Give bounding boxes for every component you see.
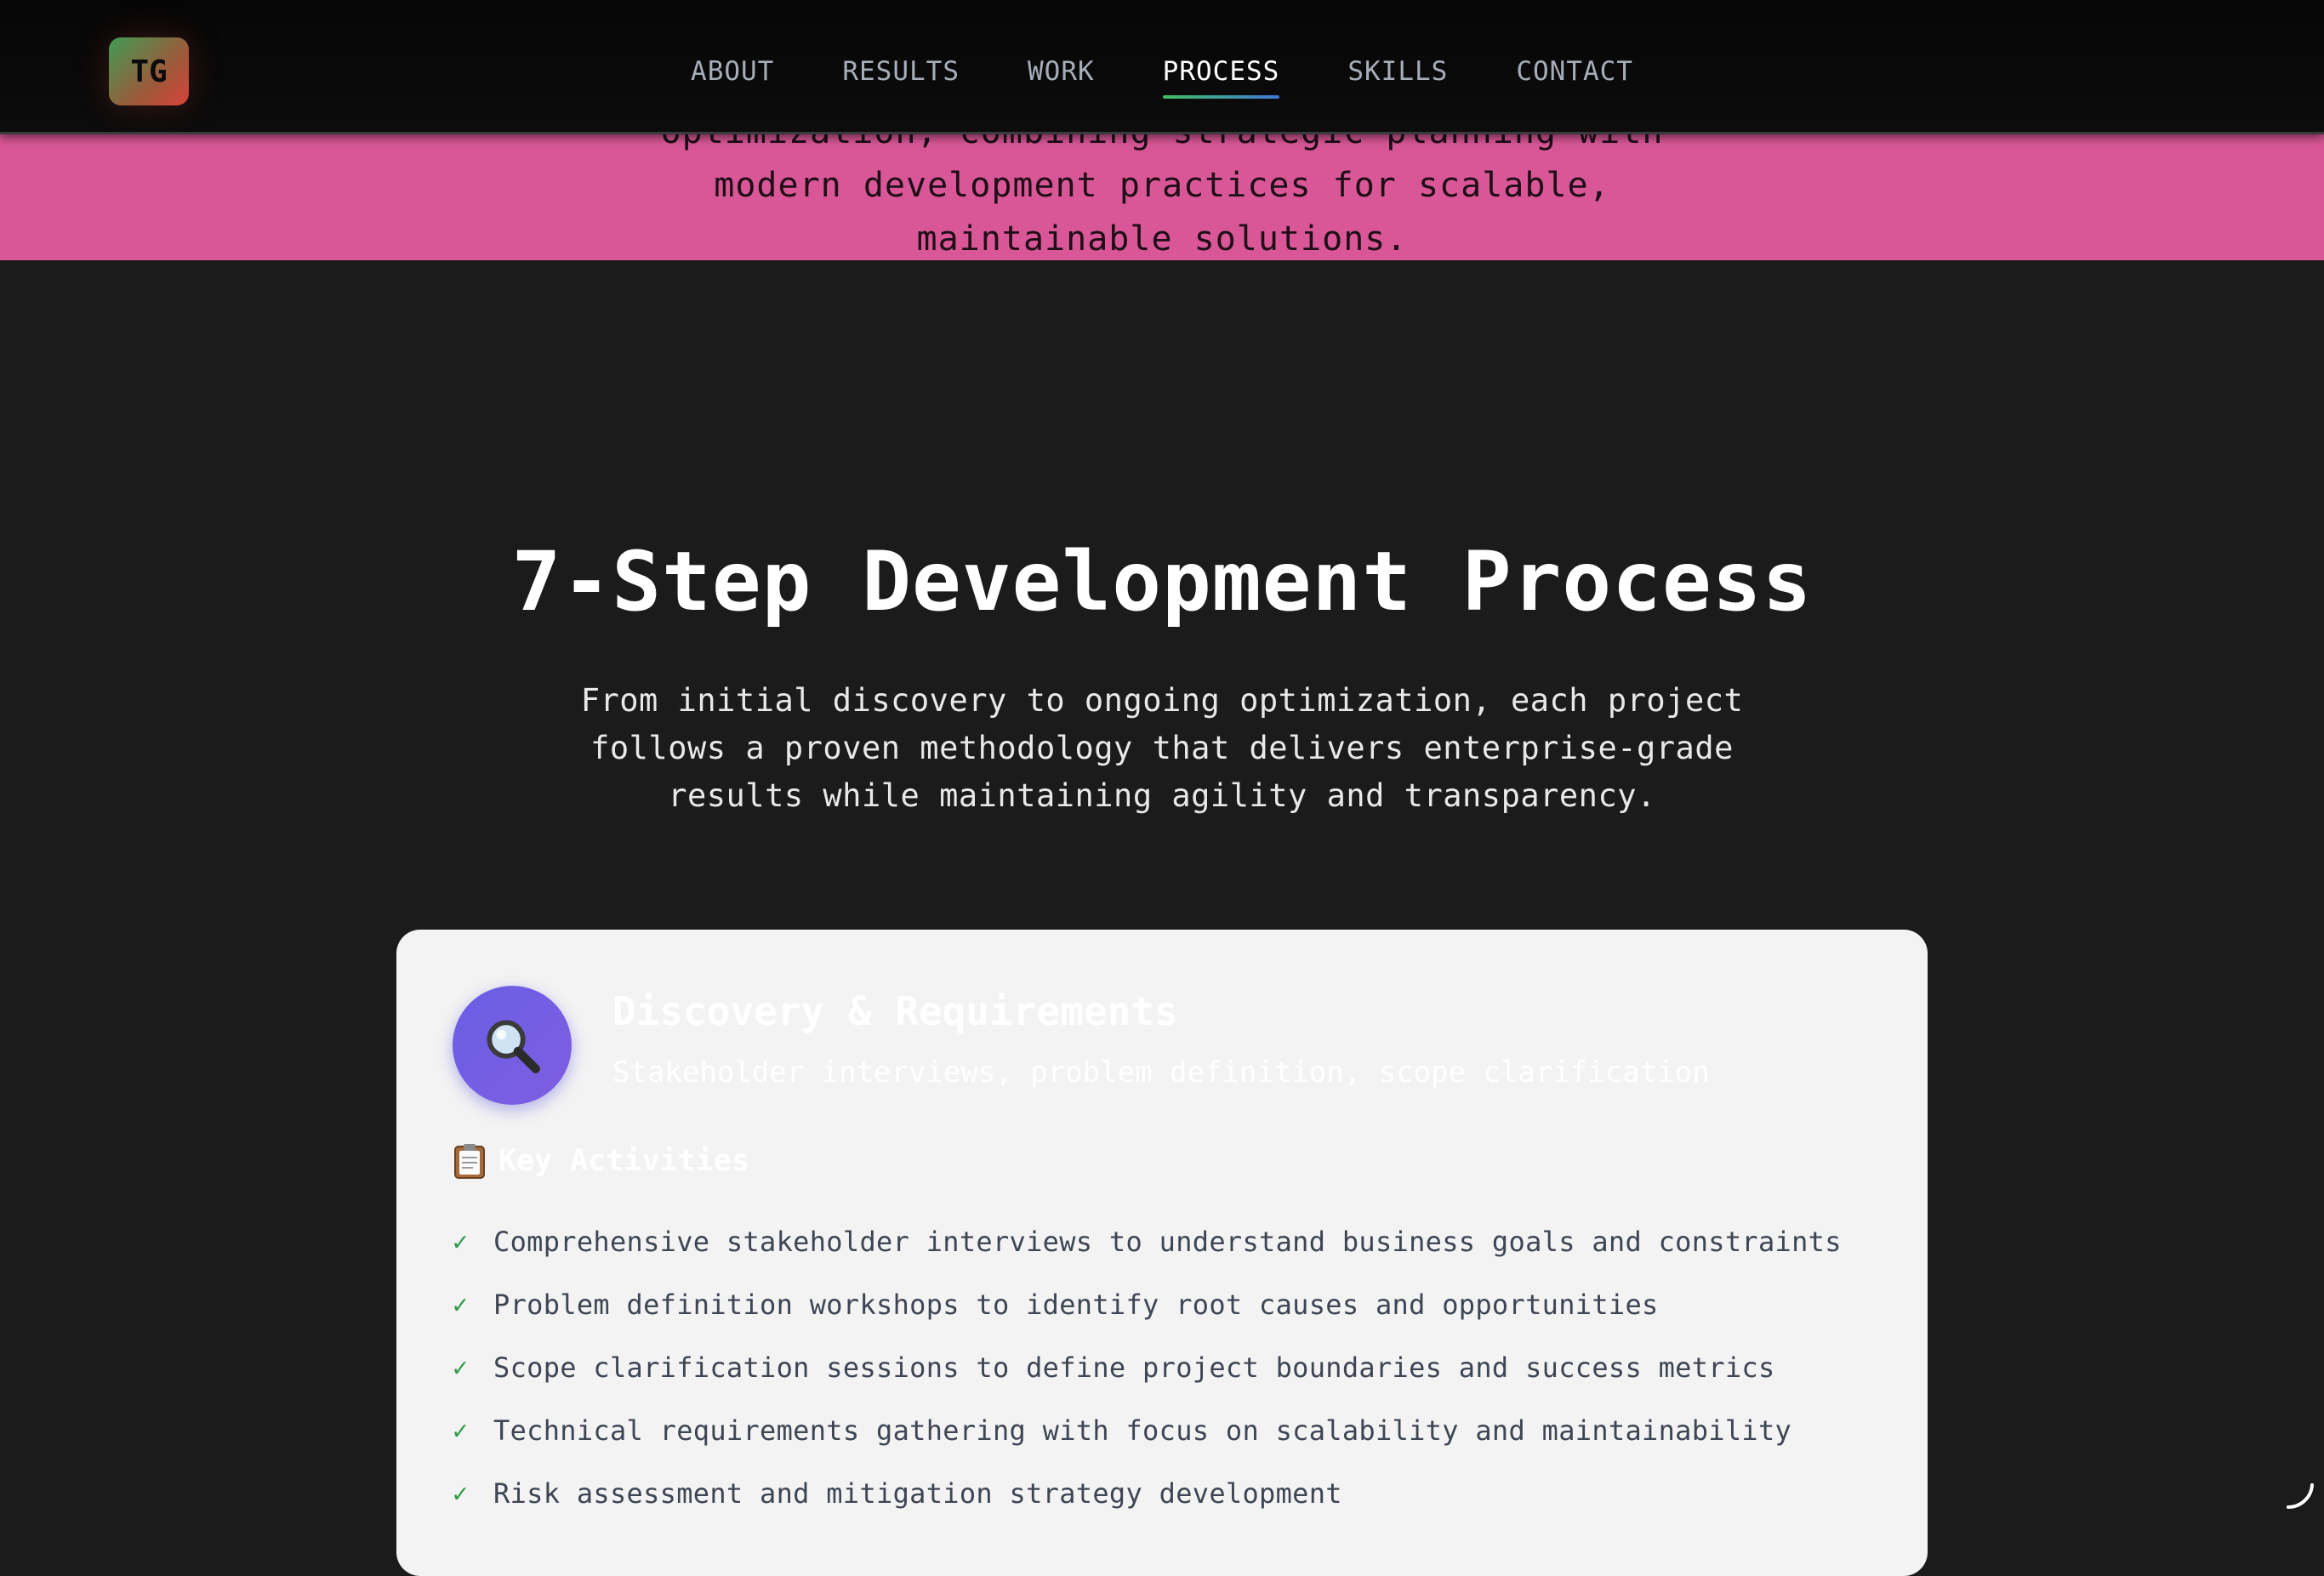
nav-link-about[interactable]: ABOUT [691,49,774,94]
check-icon: ✓ [453,1416,493,1446]
activity-text: Scope clarification sessions to define p… [493,1351,1775,1384]
nav-link-contact[interactable]: CONTACT [1516,49,1633,94]
step-title: Discovery & Requirements [612,986,1178,1037]
list-item: ✓ Comprehensive stakeholder interviews t… [453,1210,1842,1273]
top-navbar: TG ABOUT RESULTS WORK PROCESS SKILLS CON… [0,0,2324,134]
list-item: ✓ Risk assessment and mitigation strateg… [453,1462,1842,1525]
activity-text: Comprehensive stakeholder interviews to … [493,1226,1842,1258]
section-subtitle: From initial discovery to ongoing optimi… [567,677,1757,820]
clipboard-icon [453,1142,487,1180]
nav-link-process[interactable]: PROCESS [1163,49,1280,94]
nav-link-results[interactable]: RESULTS [842,49,960,94]
activity-text: Risk assessment and mitigation strategy … [493,1477,1342,1510]
step-icon-badge [453,986,572,1105]
check-icon: ✓ [453,1227,493,1257]
loading-spinner-icon [2285,1480,2315,1511]
magnifying-glass-icon [481,1014,544,1077]
nav-link-work[interactable]: WORK [1028,49,1095,94]
activity-text: Problem definition workshops to identify… [493,1289,1659,1321]
check-icon: ✓ [453,1353,493,1383]
nav-link-skills[interactable]: SKILLS [1347,49,1448,94]
process-step-card: Discovery & Requirements Stakeholder int… [396,930,1928,1576]
nav-links: ABOUT RESULTS WORK PROCESS SKILLS CONTAC… [0,49,2324,94]
step-subtitle: Stakeholder interviews, problem definiti… [612,1052,1710,1093]
activities-list: ✓ Comprehensive stakeholder interviews t… [453,1210,1842,1525]
list-item: ✓ Technical requirements gathering with … [453,1399,1842,1462]
list-item: ✓ Scope clarification sessions to define… [453,1336,1842,1399]
activities-heading: Key Activities [453,1142,749,1180]
check-icon: ✓ [453,1479,493,1509]
activities-heading-label: Key Activities [498,1144,749,1178]
list-item: ✓ Problem definition workshops to identi… [453,1273,1842,1336]
activity-text: Technical requirements gathering with fo… [493,1414,1791,1447]
section-title: 7-Step Development Process [0,534,2324,629]
check-icon: ✓ [453,1290,493,1320]
